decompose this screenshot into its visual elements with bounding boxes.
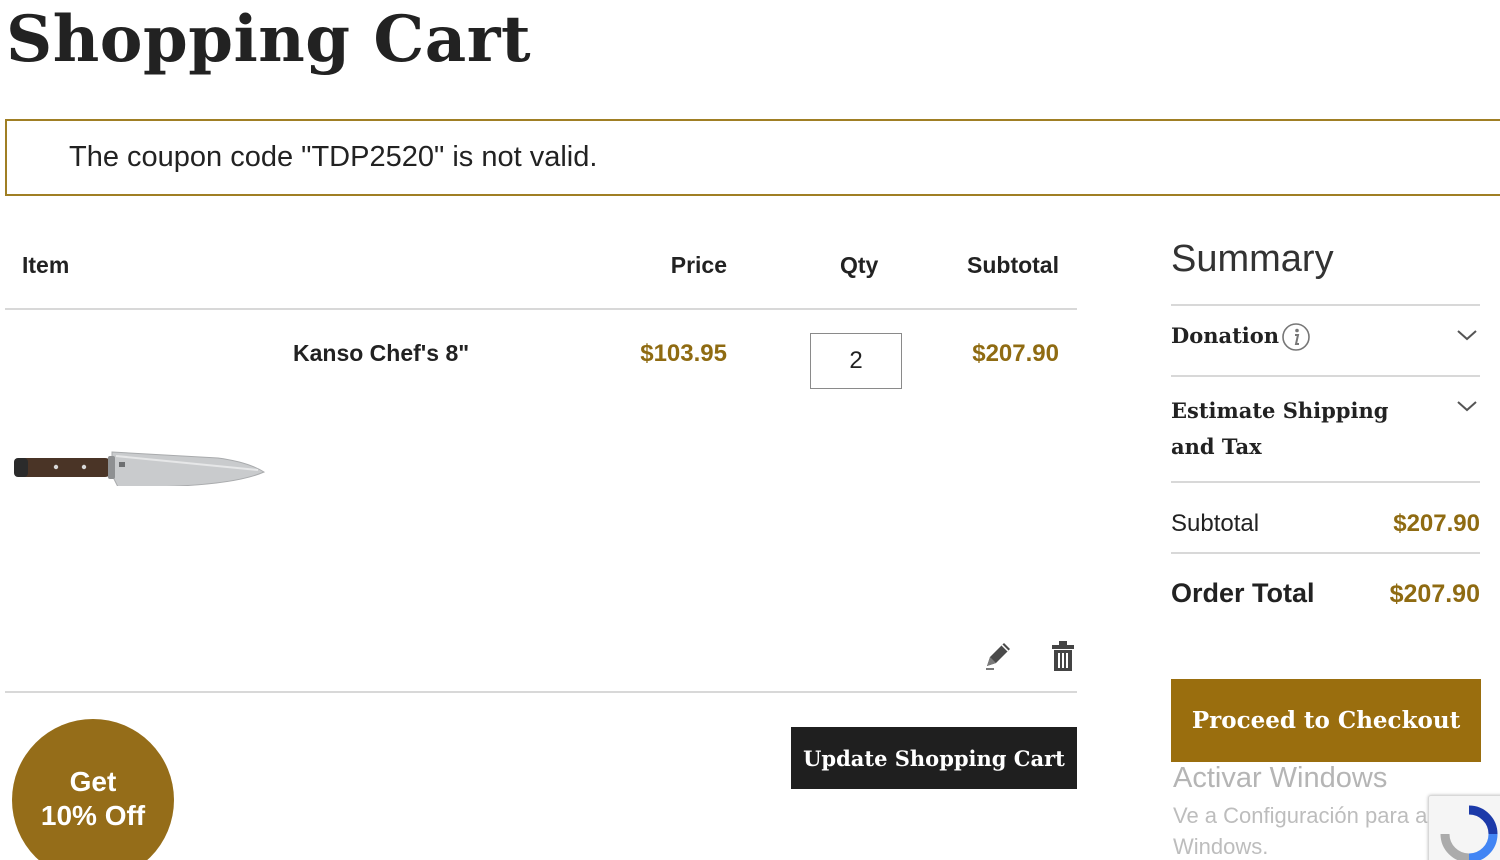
item-price: $103.95 bbox=[640, 340, 727, 367]
product-name[interactable]: Kanso Chef's 8" bbox=[293, 340, 469, 367]
info-icon[interactable] bbox=[1281, 322, 1311, 352]
order-total-label: Order Total bbox=[1171, 578, 1315, 608]
recaptcha-icon bbox=[1440, 805, 1498, 860]
summary-subtotal-value: $207.90 bbox=[1393, 510, 1480, 537]
header-item: Item bbox=[22, 252, 70, 278]
coupon-error-alert: The coupon code "TDP2520" is not valid. bbox=[5, 119, 1500, 196]
checkout-button[interactable]: Proceed to Checkout bbox=[1171, 679, 1481, 762]
header-price: Price bbox=[670, 252, 727, 278]
summary-divider bbox=[1171, 481, 1480, 483]
donation-toggle[interactable]: Donation bbox=[1171, 323, 1480, 363]
header-subtotal: Subtotal bbox=[967, 252, 1059, 278]
alert-message: The coupon code "TDP2520" is not valid. bbox=[69, 141, 598, 173]
update-cart-button[interactable]: Update Shopping Cart bbox=[791, 727, 1077, 789]
summary-divider bbox=[1171, 375, 1480, 377]
summary-divider bbox=[1171, 304, 1480, 306]
discount-line-1: Get bbox=[69, 766, 117, 797]
row-divider bbox=[5, 691, 1077, 693]
shipping-tax-toggle[interactable]: Estimate Shipping and Tax bbox=[1171, 393, 1480, 468]
order-total-value: $207.90 bbox=[1389, 580, 1480, 608]
page-title: Shopping Cart bbox=[6, 2, 531, 77]
discount-badge[interactable]: Get 10% Off bbox=[12, 719, 174, 860]
shipping-tax-label: Estimate Shipping and Tax bbox=[1171, 398, 1389, 459]
summary-title: Summary bbox=[1171, 238, 1334, 280]
product-image[interactable] bbox=[8, 442, 266, 486]
summary-subtotal-label: Subtotal bbox=[1171, 510, 1260, 537]
chevron-down-icon[interactable] bbox=[1456, 328, 1478, 342]
header-qty: Qty bbox=[840, 252, 879, 278]
header-divider bbox=[5, 308, 1077, 310]
chevron-down-icon[interactable] bbox=[1456, 399, 1478, 413]
summary-divider bbox=[1171, 552, 1480, 554]
trash-icon[interactable] bbox=[1050, 640, 1076, 672]
discount-line-2: 10% Off bbox=[40, 800, 146, 831]
windows-activation-title: Activar Windows bbox=[1173, 762, 1388, 794]
row-subtotal: $207.90 bbox=[972, 340, 1059, 367]
quantity-input[interactable] bbox=[810, 333, 902, 389]
recaptcha-badge[interactable] bbox=[1428, 795, 1500, 860]
donation-label: Donation bbox=[1171, 323, 1280, 348]
pencil-icon[interactable] bbox=[981, 638, 1013, 672]
